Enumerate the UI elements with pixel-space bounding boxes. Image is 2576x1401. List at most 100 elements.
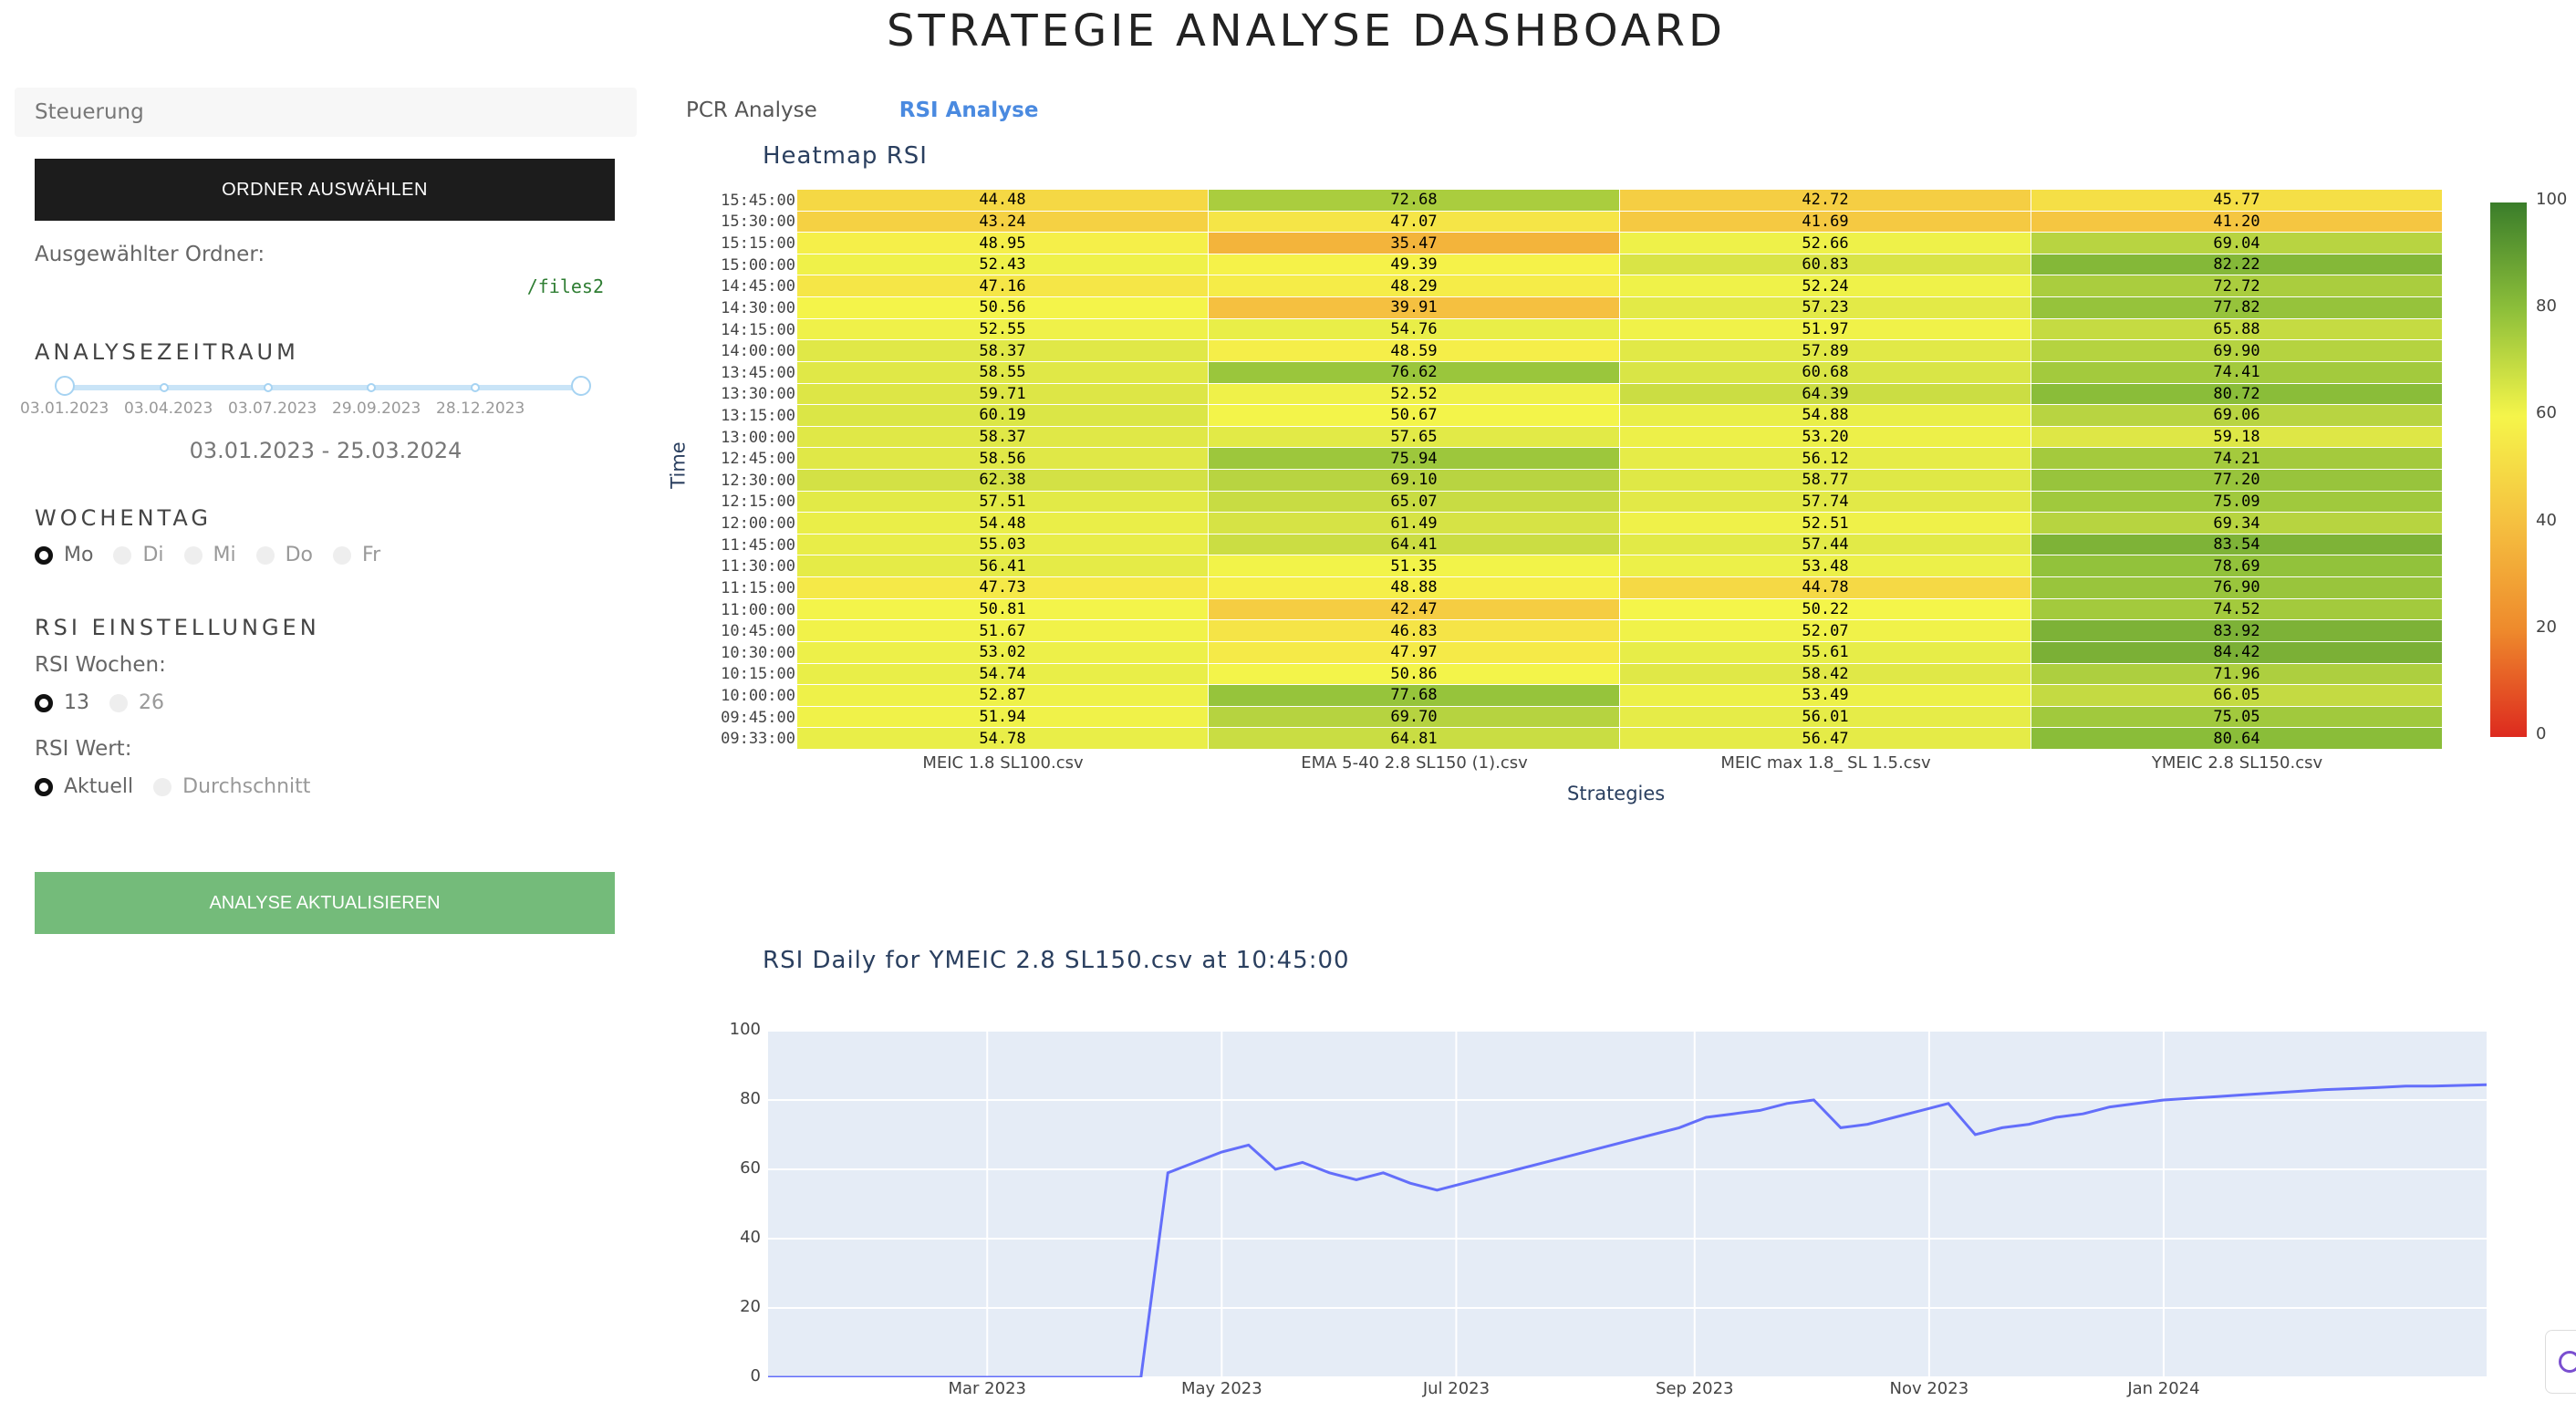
heatmap-cell[interactable]: 69.90 — [2031, 340, 2442, 361]
tab-rsi-analyse[interactable]: RSI Analyse — [899, 99, 1039, 122]
heatmap-cell[interactable]: 52.55 — [797, 318, 1208, 340]
heatmap-cell[interactable]: 56.41 — [797, 555, 1208, 577]
heatmap-cell[interactable]: 64.41 — [1209, 534, 1619, 555]
heatmap-cell[interactable]: 54.74 — [797, 663, 1208, 685]
heatmap-cell[interactable]: 58.37 — [797, 426, 1208, 448]
heatmap-cell[interactable]: 56.47 — [1620, 728, 2031, 749]
heatmap-cell[interactable]: 58.55 — [797, 361, 1208, 383]
heatmap-cell[interactable]: 74.52 — [2031, 598, 2442, 620]
heatmap-cell[interactable]: 54.76 — [1209, 318, 1619, 340]
help-widget-icon[interactable] — [2545, 1330, 2576, 1394]
heatmap-cell[interactable]: 49.39 — [1209, 254, 1619, 275]
heatmap-cell[interactable]: 43.24 — [797, 211, 1208, 233]
heatmap-cell[interactable]: 52.66 — [1620, 233, 2031, 254]
heatmap-cell[interactable]: 47.16 — [797, 275, 1208, 297]
slider-end-handle[interactable] — [571, 376, 591, 396]
heatmap-cell[interactable]: 60.83 — [1620, 254, 2031, 275]
heatmap-cell[interactable]: 35.47 — [1209, 233, 1619, 254]
heatmap-cell[interactable]: 52.43 — [797, 254, 1208, 275]
heatmap-cell[interactable]: 55.03 — [797, 534, 1208, 555]
heatmap-cell[interactable]: 82.22 — [2031, 254, 2442, 275]
heatmap-cell[interactable]: 55.61 — [1620, 641, 2031, 663]
heatmap-cell[interactable]: 56.01 — [1620, 706, 2031, 728]
heatmap-cell[interactable]: 69.70 — [1209, 706, 1619, 728]
weekday-option-mo[interactable]: Mo — [35, 544, 93, 566]
heatmap-cell[interactable]: 77.82 — [2031, 297, 2442, 318]
heatmap-cell[interactable]: 47.07 — [1209, 211, 1619, 233]
heatmap-cell[interactable]: 51.97 — [1620, 318, 2031, 340]
heatmap-cell[interactable]: 48.95 — [797, 233, 1208, 254]
heatmap-cell[interactable]: 58.77 — [1620, 470, 2031, 491]
heatmap-cell[interactable]: 75.94 — [1209, 448, 1619, 469]
heatmap-cell[interactable]: 61.49 — [1209, 513, 1619, 534]
heatmap-cell[interactable]: 57.23 — [1620, 297, 2031, 318]
weekday-option-do[interactable]: Do — [255, 544, 313, 566]
heatmap-cell[interactable]: 50.22 — [1620, 598, 2031, 620]
heatmap-cell[interactable]: 48.29 — [1209, 275, 1619, 297]
heatmap-cell[interactable]: 69.10 — [1209, 470, 1619, 491]
heatmap-cell[interactable]: 60.19 — [797, 405, 1208, 426]
heatmap-cell[interactable]: 48.59 — [1209, 340, 1619, 361]
select-folder-button[interactable]: ORDNER AUSWÄHLEN — [35, 159, 615, 221]
heatmap-cell[interactable]: 52.87 — [797, 685, 1208, 706]
line-chart-plot-area[interactable] — [768, 1030, 2488, 1379]
heatmap-cell[interactable]: 51.35 — [1209, 555, 1619, 577]
heatmap-cell[interactable]: 52.07 — [1620, 620, 2031, 641]
heatmap-cell[interactable]: 52.52 — [1209, 383, 1619, 405]
heatmap-cell[interactable]: 44.78 — [1620, 577, 2031, 598]
heatmap-cell[interactable]: 69.34 — [2031, 513, 2442, 534]
heatmap-cell[interactable]: 46.83 — [1209, 620, 1619, 641]
heatmap-cell[interactable]: 54.88 — [1620, 405, 2031, 426]
rsi-weeks-option-26[interactable]: 26 — [109, 691, 164, 714]
heatmap-cell[interactable]: 44.48 — [797, 190, 1208, 211]
heatmap-cell[interactable]: 65.07 — [1209, 491, 1619, 513]
heatmap-cell[interactable]: 53.02 — [797, 641, 1208, 663]
heatmap-cell[interactable]: 76.62 — [1209, 361, 1619, 383]
heatmap-cell[interactable]: 80.72 — [2031, 383, 2442, 405]
heatmap-cell[interactable]: 52.51 — [1620, 513, 2031, 534]
heatmap-cell[interactable]: 65.88 — [2031, 318, 2442, 340]
heatmap-cell[interactable]: 50.81 — [797, 598, 1208, 620]
rsi-value-option-durchschnitt[interactable]: Durchschnitt — [153, 775, 310, 798]
heatmap-cell[interactable]: 51.94 — [797, 706, 1208, 728]
heatmap-cell[interactable]: 45.77 — [2031, 190, 2442, 211]
heatmap-cell[interactable]: 56.12 — [1620, 448, 2031, 469]
heatmap-cell[interactable]: 57.51 — [797, 491, 1208, 513]
heatmap-cell[interactable]: 48.88 — [1209, 577, 1619, 598]
heatmap-cell[interactable]: 58.42 — [1620, 663, 2031, 685]
heatmap-cell[interactable]: 54.78 — [797, 728, 1208, 749]
heatmap-cell[interactable]: 58.56 — [797, 448, 1208, 469]
weekday-option-fr[interactable]: Fr — [333, 544, 380, 566]
heatmap-cell[interactable]: 42.47 — [1209, 598, 1619, 620]
heatmap-cell[interactable]: 41.20 — [2031, 211, 2442, 233]
rsi-weeks-option-13[interactable]: 13 — [35, 691, 89, 714]
heatmap-cell[interactable]: 78.69 — [2031, 555, 2442, 577]
heatmap-cell[interactable]: 57.65 — [1209, 426, 1619, 448]
heatmap-cell[interactable]: 64.81 — [1209, 728, 1619, 749]
heatmap-cell[interactable]: 62.38 — [797, 470, 1208, 491]
heatmap-cell[interactable]: 69.04 — [2031, 233, 2442, 254]
heatmap-cell[interactable]: 50.86 — [1209, 663, 1619, 685]
heatmap-cell[interactable]: 57.74 — [1620, 491, 2031, 513]
slider-start-handle[interactable] — [55, 376, 75, 396]
heatmap-cell[interactable]: 59.18 — [2031, 426, 2442, 448]
heatmap-cell[interactable]: 54.48 — [797, 513, 1208, 534]
heatmap-cell[interactable]: 57.44 — [1620, 534, 2031, 555]
heatmap-cell[interactable]: 84.42 — [2031, 641, 2442, 663]
weekday-option-di[interactable]: Di — [113, 544, 164, 566]
heatmap-cell[interactable]: 59.71 — [797, 383, 1208, 405]
heatmap-cell[interactable]: 47.97 — [1209, 641, 1619, 663]
update-analysis-button[interactable]: ANALYSE AKTUALISIEREN — [35, 872, 615, 934]
heatmap-cell[interactable]: 72.72 — [2031, 275, 2442, 297]
date-range-slider[interactable] — [55, 376, 591, 398]
heatmap-cell[interactable]: 76.90 — [2031, 577, 2442, 598]
heatmap-cell[interactable]: 60.68 — [1620, 361, 2031, 383]
heatmap-cell[interactable]: 53.48 — [1620, 555, 2031, 577]
rsi-heatmap[interactable]: 44.48 72.68 42.72 45.77 43.24 47.07 41.69 41.20… — [797, 190, 2443, 750]
heatmap-cell[interactable]: 47.73 — [797, 577, 1208, 598]
heatmap-cell[interactable]: 75.09 — [2031, 491, 2442, 513]
heatmap-cell[interactable]: 50.56 — [797, 297, 1208, 318]
heatmap-cell[interactable]: 51.67 — [797, 620, 1208, 641]
heatmap-cell[interactable]: 52.24 — [1620, 275, 2031, 297]
heatmap-cell[interactable]: 41.69 — [1620, 211, 2031, 233]
